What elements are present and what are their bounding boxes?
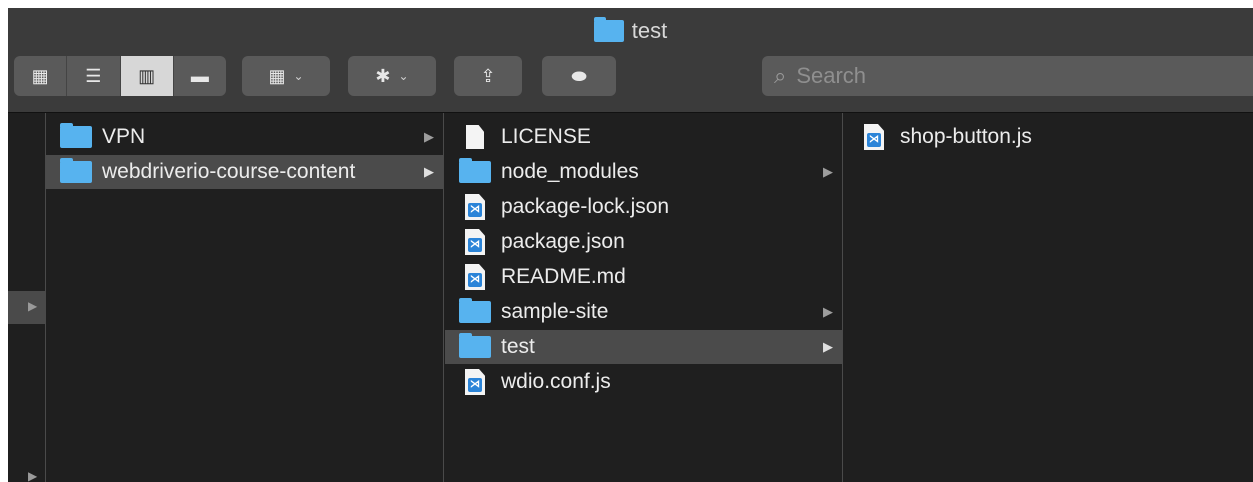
icon-view-icon: ▦	[31, 65, 49, 86]
list-item[interactable]: ⋊ shop-button.js	[844, 120, 1253, 154]
list-item[interactable]: node_modules ▶	[445, 155, 842, 189]
folder-icon	[60, 158, 92, 183]
folder-icon	[459, 333, 491, 358]
share-button[interactable]: ⇪	[454, 56, 522, 96]
finder-window: test ▦ ☰ ▥ ▬ ▦ ⌄ ✱ ⌄ ⇪ ⬬ ⌕ Search ▶ ▶ VP…	[8, 8, 1253, 482]
disclosure-arrow-icon: ▶	[28, 299, 38, 313]
file-name: sample-site	[501, 300, 609, 323]
window-title: test	[8, 17, 1253, 44]
list-item[interactable]: ⋊ README.md	[445, 260, 842, 294]
file-name: README.md	[501, 265, 626, 288]
chevron-down-icon: ⌄	[398, 69, 409, 83]
list-item[interactable]: LICENSE	[445, 120, 842, 154]
file-name: LICENSE	[501, 125, 591, 148]
column-1[interactable]: VPN ▶ webdriverio-course-content ▶	[46, 113, 444, 482]
file-name: VPN	[102, 125, 146, 148]
list-item[interactable]: ⋊ package.json	[445, 225, 842, 259]
column-view-button[interactable]: ▥	[120, 56, 174, 96]
chevron-right-icon: ▶	[823, 164, 833, 179]
search-icon: ⌕	[774, 63, 787, 88]
file-name: package-lock.json	[501, 195, 670, 218]
gallery-view-button[interactable]: ▬	[174, 56, 226, 96]
column-browser: ▶ ▶ VPN ▶ webdriverio-course-content ▶ L…	[8, 113, 1253, 482]
list-item[interactable]: VPN ▶	[46, 120, 443, 154]
document-icon	[466, 125, 484, 149]
list-item[interactable]: ⋊ package-lock.json	[445, 190, 842, 224]
vscode-file-icon: ⋊	[465, 369, 485, 395]
chevron-right-icon: ▶	[823, 304, 833, 319]
list-item[interactable]: ⋊ wdio.conf.js	[445, 365, 842, 399]
search-field[interactable]: ⌕	[762, 56, 1253, 96]
vscode-file-icon: ⋊	[465, 194, 485, 220]
chevron-down-icon: ⌄	[293, 69, 304, 83]
file-name: wdio.conf.js	[501, 370, 611, 393]
folder-icon	[593, 17, 624, 42]
folder-icon	[459, 158, 491, 183]
folder-icon	[60, 123, 92, 148]
toolbar: test ▦ ☰ ▥ ▬ ▦ ⌄ ✱ ⌄ ⇪ ⬬ ⌕	[8, 8, 1253, 113]
window-title-label: test	[631, 18, 668, 43]
column-view-icon: ▥	[138, 65, 156, 86]
gallery-view-icon: ▬	[190, 65, 209, 86]
tag-icon: ⬬	[571, 65, 587, 86]
group-by-icon: ▦	[268, 65, 286, 86]
column-3[interactable]: ⋊ shop-button.js	[844, 113, 1253, 482]
list-item[interactable]: sample-site ▶	[445, 295, 842, 329]
selected-row-highlight	[8, 291, 45, 324]
vscode-file-icon: ⋊	[465, 264, 485, 290]
chevron-right-icon: ▶	[424, 129, 434, 144]
list-item[interactable]: webdriverio-course-content ▶	[46, 155, 443, 189]
column-0[interactable]: ▶ ▶	[8, 113, 46, 482]
folder-icon	[459, 298, 491, 323]
gear-icon: ✱	[375, 65, 391, 86]
vscode-file-icon: ⋊	[465, 229, 485, 255]
list-view-button[interactable]: ☰	[67, 56, 121, 96]
file-name: webdriverio-course-content	[102, 160, 356, 183]
column-2[interactable]: LICENSE node_modules ▶ ⋊ package-lock.js…	[445, 113, 843, 482]
file-name: test	[501, 335, 535, 358]
action-button[interactable]: ✱ ⌄	[348, 56, 436, 96]
chevron-right-icon: ▶	[424, 164, 434, 179]
disclosure-arrow-icon: ▶	[28, 469, 38, 482]
share-icon: ⇪	[480, 65, 496, 86]
icon-view-button[interactable]: ▦	[14, 56, 68, 96]
vscode-file-icon: ⋊	[864, 124, 884, 150]
file-name: shop-button.js	[900, 125, 1032, 148]
search-input[interactable]	[794, 62, 1199, 90]
view-mode-group: ▦ ☰ ▥ ▬	[14, 56, 226, 96]
chevron-right-icon: ▶	[823, 339, 833, 354]
file-name: package.json	[501, 230, 625, 253]
list-item[interactable]: test ▶	[445, 330, 842, 364]
tags-button[interactable]: ⬬	[542, 56, 616, 96]
list-view-icon: ☰	[85, 65, 102, 86]
file-name: node_modules	[501, 160, 639, 183]
group-by-button[interactable]: ▦ ⌄	[242, 56, 330, 96]
